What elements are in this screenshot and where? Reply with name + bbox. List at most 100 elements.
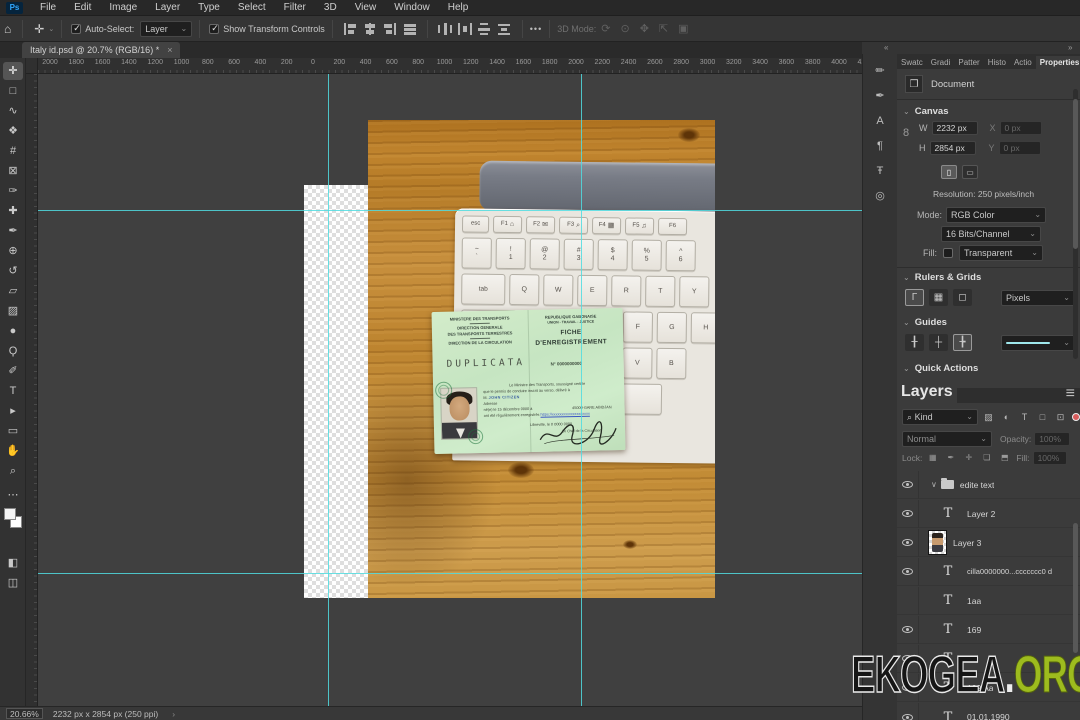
visibility-toggle[interactable] [897,470,919,499]
layer-row[interactable]: T cilla0000000...ccccccc0 d [897,557,1080,586]
menu-image[interactable]: Image [100,0,146,16]
collapse-panels-icon[interactable]: « [884,43,888,52]
guide-vertical-2[interactable] [581,74,582,706]
visibility-toggle[interactable] [897,499,919,528]
align-center-icon[interactable] [362,22,377,35]
layers-scrollbar[interactable] [1073,523,1078,653]
align-justify-icon[interactable] [402,22,417,35]
zoom-tool[interactable]: ⌕ [3,462,23,480]
toggle-snap-icon[interactable]: ◻ [953,289,972,306]
glyphs-panel-icon[interactable]: Ŧ [870,162,890,180]
chevron-down-icon[interactable]: ⌄ [48,25,54,33]
screen-mode-icon[interactable]: ◫ [3,574,23,592]
home-icon[interactable]: ⌂ [0,22,15,36]
lock-transparency-icon[interactable]: ▦ [925,451,940,465]
tab-swatches[interactable]: Swatc [897,56,927,69]
libraries-panel-icon[interactable]: ◎ [870,187,890,205]
quick-actions-section-header[interactable]: ⌄ Quick Actions [903,363,978,374]
rulers-grids-section-header[interactable]: ⌄ Rulers & Grids [903,272,981,283]
menu-3d[interactable]: 3D [315,0,346,16]
filter-toggle-icon[interactable] [1072,413,1080,421]
landscape-orientation-button[interactable]: ▭ [962,165,978,179]
move-tool-icon[interactable]: ✛ [30,22,48,36]
distribute-vertical-icon[interactable] [477,22,492,35]
zoom-level-field[interactable]: 20.66% [6,708,43,719]
lock-all-icon[interactable]: ⬒ [997,451,1012,465]
rectangle-tool[interactable]: ▭ [3,422,23,440]
layer-row[interactable]: T 01.01.1990 [897,703,1080,720]
group-caret-icon[interactable]: ∨ [931,480,937,489]
portrait-orientation-button[interactable]: ▯ [941,165,957,179]
move-tool[interactable]: ✛ [3,62,23,80]
filter-pixel-layers-icon[interactable]: ▨ [981,410,996,424]
visibility-toggle[interactable] [897,615,919,644]
ruler-top[interactable]: 2000 1800 1600 1400 1200 1000 800 600 400 200 0 200… [38,58,862,74]
photoshop-logo-icon[interactable]: Ps [6,1,23,14]
layer-row[interactable]: Layer 3 [897,528,1080,557]
canvas-height-field[interactable]: 2854 px [929,141,976,155]
character-panel-icon[interactable]: A [870,112,890,130]
filter-adjustment-layers-icon[interactable]: ◐ [999,410,1014,424]
distribute-spacing-icon[interactable] [497,22,512,35]
more-options-icon[interactable]: ••• [530,24,542,34]
blur-tool[interactable]: ● [3,322,23,340]
toolbar-ellipsis-icon[interactable]: ⋯ [3,486,23,504]
menu-layer[interactable]: Layer [146,0,189,16]
visibility-toggle[interactable] [897,528,919,557]
frame-tool[interactable]: ⊠ [3,162,23,180]
tab-properties[interactable]: Properties [1035,56,1080,69]
canvas-section-header[interactable]: ⌄ Canvas [903,106,949,117]
close-icon[interactable]: × [167,42,172,58]
healing-brush-tool[interactable]: ✚ [3,202,23,220]
auto-select-target-select[interactable]: Layer [140,20,193,37]
bit-depth-select[interactable]: 16 Bits/Channel [941,226,1041,242]
fill-select[interactable]: Transparent [959,245,1043,261]
menu-help[interactable]: Help [439,0,478,16]
foreground-color-swatch[interactable] [4,508,16,520]
brush-tool[interactable]: ✒ [3,222,23,240]
lock-position-icon[interactable]: ✛ [961,451,976,465]
guides-icon-3[interactable]: ╊ [953,334,972,351]
layer-row[interactable]: ∨ edite text [897,470,1080,499]
show-transform-checkbox[interactable] [209,23,220,34]
clone-stamp-tool[interactable]: ⊕ [3,242,23,260]
align-right-icon[interactable] [382,22,397,35]
menu-filter[interactable]: Filter [275,0,315,16]
link-dimensions-icon[interactable]: 8 [903,127,909,139]
ruler-left[interactable] [26,74,38,706]
guides-icon-1[interactable]: ╂ [905,334,924,351]
hand-tool[interactable]: ✋ [3,442,23,460]
eyedropper-tool[interactable]: ✑ [3,182,23,200]
auto-select-checkbox[interactable] [71,23,82,34]
guide-horizontal-2[interactable] [38,573,862,574]
dodge-tool[interactable]: Ϙ [3,342,23,360]
guide-style-select[interactable] [1001,334,1075,351]
history-brush-tool[interactable]: ↺ [3,262,23,280]
tab-actions[interactable]: Actio [1010,56,1036,69]
fill-checkbox[interactable] [943,248,953,258]
lock-artboard-icon[interactable]: ❏ [979,451,994,465]
path-selection-tool[interactable]: ▸ [3,402,23,420]
expand-panels-icon[interactable]: » [1068,43,1072,52]
properties-scrollbar[interactable] [1073,89,1078,359]
ruler-units-select[interactable]: Pixels [1001,289,1075,306]
canvas-width-field[interactable]: 2232 px [931,121,978,135]
crop-tool[interactable]: # [3,142,23,160]
tab-patterns[interactable]: Patter [954,56,983,69]
layer-row[interactable]: T Layer 2 [897,499,1080,528]
paragraph-panel-icon[interactable]: ¶ [870,137,890,155]
menu-file[interactable]: File [31,0,65,16]
canvas-viewport[interactable]: esc F1 ⌂ F2 ✉ F3 ⌕ F4 ▦ F5 ♫ F6 ~ `! 1 @2 #3 $4% 5 ^ 6 tab Q W E… [38,74,862,706]
filter-type-layers-icon[interactable]: T [1017,410,1032,424]
menu-type[interactable]: Type [189,0,229,16]
filter-shape-layers-icon[interactable]: □ [1035,410,1050,424]
layers-menu-icon[interactable]: ≡ [1066,385,1080,403]
tab-layers[interactable]: Layers [897,381,957,403]
toggle-grid-icon[interactable]: ▦ [929,289,948,306]
gradient-tool[interactable]: ▨ [3,302,23,320]
lasso-tool[interactable]: ∿ [3,102,23,120]
object-selection-tool[interactable]: ❖ [3,122,23,140]
visibility-toggle[interactable] [897,586,919,615]
brushes-icon[interactable]: ✒ [870,87,890,105]
pen-tool[interactable]: ✐ [3,362,23,380]
